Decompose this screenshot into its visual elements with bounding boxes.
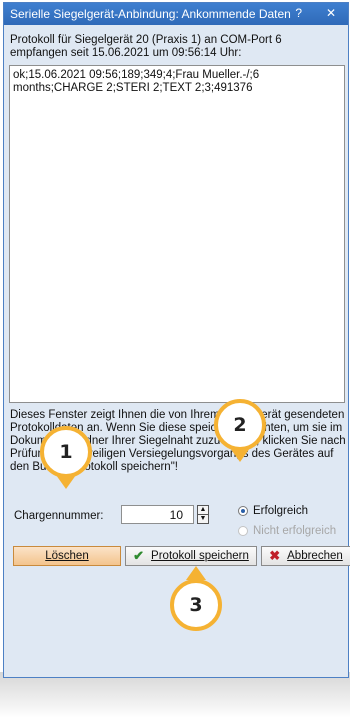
spinner-up-icon[interactable]: ▲ [198, 506, 208, 515]
radio-success[interactable]: Erfolgreich [238, 505, 308, 517]
window-title: Serielle Siegelgerät-Anbindung: Ankommen… [10, 7, 291, 21]
save-protocol-button[interactable]: ✔ Protokoll speichern [125, 546, 257, 566]
cancel-button[interactable]: ✖ Abbrechen [261, 546, 350, 566]
title-bar[interactable]: Serielle Siegelgerät-Anbindung: Ankommen… [4, 3, 348, 25]
protocol-header: Protokoll für Siegelgerät 20 (Praxis 1) … [10, 34, 340, 60]
radio-fail[interactable]: Nicht erfolgreich [238, 525, 336, 537]
delete-button[interactable]: Löschen [13, 546, 121, 566]
charge-number-input[interactable]: 10 [121, 505, 194, 524]
callout-badge-2: 2 [214, 399, 266, 451]
callout-pointer-1 [56, 475, 76, 489]
cancel-x-icon: ✖ [269, 548, 281, 563]
charge-number-spinner[interactable]: ▲ ▼ [197, 505, 209, 524]
spinner-down-icon[interactable]: ▼ [198, 515, 208, 523]
radio-selected-icon[interactable] [238, 505, 248, 516]
help-button[interactable]: ? [295, 6, 302, 20]
window-shadow [0, 672, 350, 718]
save-protocol-label: Protokoll speichern [151, 550, 249, 562]
protocol-header-line: empfangen seit 15.06.2021 um 09:56:14 Uh… [10, 47, 242, 59]
check-icon: ✔ [133, 548, 145, 563]
dialog-window: Serielle Siegelgerät-Anbindung: Ankommen… [3, 2, 350, 678]
cancel-button-label: Abbrechen [287, 550, 343, 562]
callout-badge-3: 3 [170, 579, 222, 631]
radio-unselected-icon[interactable] [238, 525, 248, 536]
charge-number-label: Chargennummer: [14, 510, 104, 522]
protocol-header-line: Protokoll für Siegelgerät 20 (Praxis 1) … [10, 34, 282, 46]
radio-success-label: Erfolgreich [253, 505, 308, 517]
radio-fail-label: Nicht erfolgreich [253, 525, 337, 537]
delete-button-label: Löschen [45, 550, 89, 562]
info-line: Dieses Fenster zeigt Ihnen die von Ihrem… [10, 409, 345, 421]
callout-badge-1: 1 [40, 426, 92, 478]
callout-pointer-2 [230, 448, 250, 462]
close-button[interactable]: ✕ [326, 6, 336, 20]
callout-pointer-3 [186, 566, 206, 580]
protocol-textarea[interactable]: ok;15.06.2021 09:56;189;349;4;Frau Muell… [9, 65, 345, 403]
